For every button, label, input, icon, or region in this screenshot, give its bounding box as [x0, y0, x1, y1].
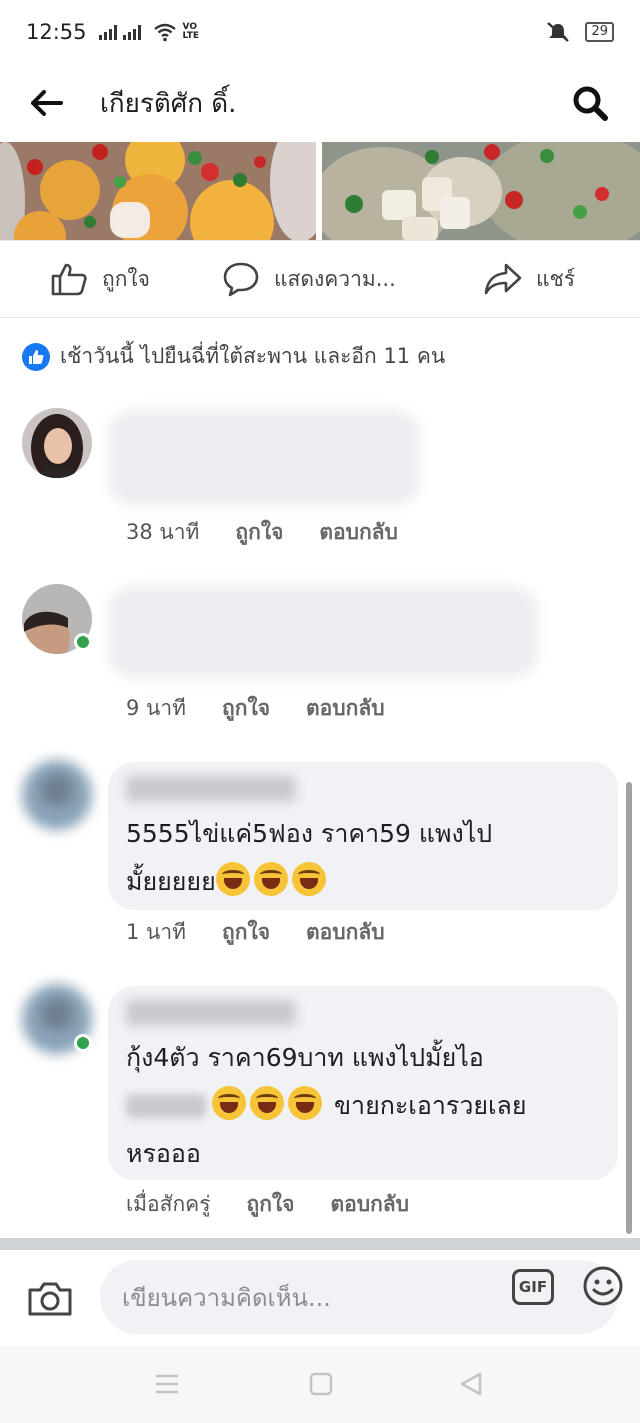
comment-composer: เขียนความคิดเห็น... GIF	[0, 1250, 640, 1346]
post-photo-shrimp[interactable]	[322, 142, 640, 240]
signal-icon-2	[122, 24, 141, 40]
comment-reply-link[interactable]: ตอบกลับ	[306, 916, 385, 949]
page-title: เกียรติศัก ดิ์.	[100, 88, 237, 119]
comment-button[interactable]: แสดงความ...	[222, 261, 396, 297]
comment-like-link[interactable]: ถูกใจ	[247, 1188, 295, 1221]
comment-meta: 38 นาที ถูกใจ ตอบกลับ	[126, 516, 398, 549]
comment-meta: 9 นาที ถูกใจ ตอบกลับ	[126, 692, 385, 725]
signal-icon	[98, 24, 117, 40]
tears-of-joy-emoji	[288, 1086, 322, 1120]
comment-input-placeholder: เขียนความคิดเห็น...	[122, 1283, 331, 1312]
volte-badge: VO LTE	[182, 22, 200, 41]
app-bar: เกียรติศัก ดิ์.	[0, 64, 640, 142]
like-button[interactable]: ถูกใจ	[50, 261, 150, 297]
camera-icon[interactable]	[26, 1278, 74, 1318]
composer-divider	[0, 1238, 640, 1250]
gif-button[interactable]: GIF	[512, 1269, 554, 1305]
tears-of-joy-emoji	[212, 1086, 246, 1120]
comment-reply-link[interactable]: ตอบกลับ	[306, 692, 385, 725]
comment-bubble: กุ้ง4ตัว ราคา69บาท แพงไปมั้ยไอ ขายกะเอาร…	[108, 986, 618, 1180]
wifi-icon	[153, 23, 176, 42]
comment-text: กุ้ง4ตัว ราคา69บาท แพงไปมั้ยไอ ขายกะเอาร…	[126, 1034, 600, 1178]
status-bar: 12:55 VO LTE 29	[0, 0, 640, 64]
search-icon[interactable]	[570, 83, 610, 123]
battery-indicator: 29	[585, 22, 614, 42]
comment-time: 9 นาที	[126, 696, 187, 720]
commenter-avatar[interactable]	[22, 760, 92, 830]
share-button[interactable]: แชร์	[484, 262, 575, 296]
tears-of-joy-emoji	[215, 862, 250, 896]
mute-icon	[547, 22, 570, 42]
share-label: แชร์	[536, 266, 576, 291]
clock: 12:55	[26, 20, 87, 44]
system-nav-bar	[0, 1346, 640, 1423]
comment-meta: เมื่อสักครู่ ถูกใจ ตอบกลับ	[126, 1188, 409, 1221]
back-nav-icon[interactable]	[458, 1372, 484, 1396]
comment-label: แสดงความ...	[274, 266, 396, 291]
likes-summary-text: เช้าวันนี้ ไปยืนฉี่ที่ใต้สะพาน และอีก 11…	[60, 344, 446, 368]
comment-like-link[interactable]: ถูกใจ	[222, 692, 270, 725]
comment-icon	[223, 262, 259, 297]
likes-summary[interactable]: เช้าวันนี้ ไปยืนฉี่ที่ใต้สะพาน และอีก 11…	[22, 340, 445, 373]
comment-reply-link[interactable]: ตอบกลับ	[319, 516, 398, 549]
comment-like-link[interactable]: ถูกใจ	[235, 516, 283, 549]
comment-text-line: หรอออ	[126, 1139, 201, 1168]
comment-time: 38 นาที	[126, 520, 200, 544]
scrollbar[interactable]	[626, 782, 632, 1234]
comment-reply-link[interactable]: ตอบกลับ	[331, 1188, 410, 1221]
like-reaction-icon	[22, 342, 50, 371]
comment-author-redacted	[126, 776, 296, 802]
redacted-name	[126, 1094, 206, 1118]
comment-text-line: ขายกะเอารวยเลย	[333, 1091, 527, 1120]
comment-time: เมื่อสักครู่	[126, 1192, 211, 1216]
post-photo-eggs[interactable]	[0, 142, 316, 240]
comment-text: 5555ไข่แค่5ฟอง ราคา59 แพงไป มั้ยยยยย	[126, 810, 600, 906]
like-label: ถูกใจ	[102, 266, 150, 291]
home-icon[interactable]	[309, 1372, 333, 1396]
comment-meta: 1 นาที ถูกใจ ตอบกลับ	[126, 916, 385, 949]
recent-apps-icon[interactable]	[154, 1372, 180, 1396]
comment-like-link[interactable]: ถูกใจ	[222, 916, 270, 949]
comment-bubble: 5555ไข่แค่5ฟอง ราคา59 แพงไป มั้ยยยยย	[108, 762, 618, 910]
comment-text-line: มั้ยยยยย	[126, 867, 216, 896]
online-indicator	[74, 1034, 92, 1052]
tears-of-joy-emoji	[250, 1086, 284, 1120]
commenter-avatar[interactable]	[22, 408, 92, 478]
share-icon	[484, 263, 522, 295]
tears-of-joy-emoji	[253, 862, 288, 896]
comment-bubble-redacted	[108, 586, 538, 678]
tears-of-joy-emoji	[291, 862, 326, 896]
post-photos	[0, 142, 640, 240]
online-indicator	[74, 633, 92, 651]
comment-text-line: กุ้ง4ตัว ราคา69บาท แพงไปมั้ยไอ	[126, 1043, 484, 1072]
comment-author-redacted	[126, 1000, 296, 1026]
post-actions: ถูกใจ แสดงความ... แชร์	[0, 240, 640, 318]
comment-text-line: 5555ไข่แค่5ฟอง ราคา59 แพงไป	[126, 819, 493, 848]
thumbs-up-icon	[51, 263, 87, 296]
comment-bubble-redacted	[108, 410, 420, 506]
back-arrow-icon[interactable]	[30, 89, 64, 117]
emoji-picker-icon[interactable]	[582, 1265, 624, 1307]
comment-time: 1 นาที	[126, 920, 187, 944]
